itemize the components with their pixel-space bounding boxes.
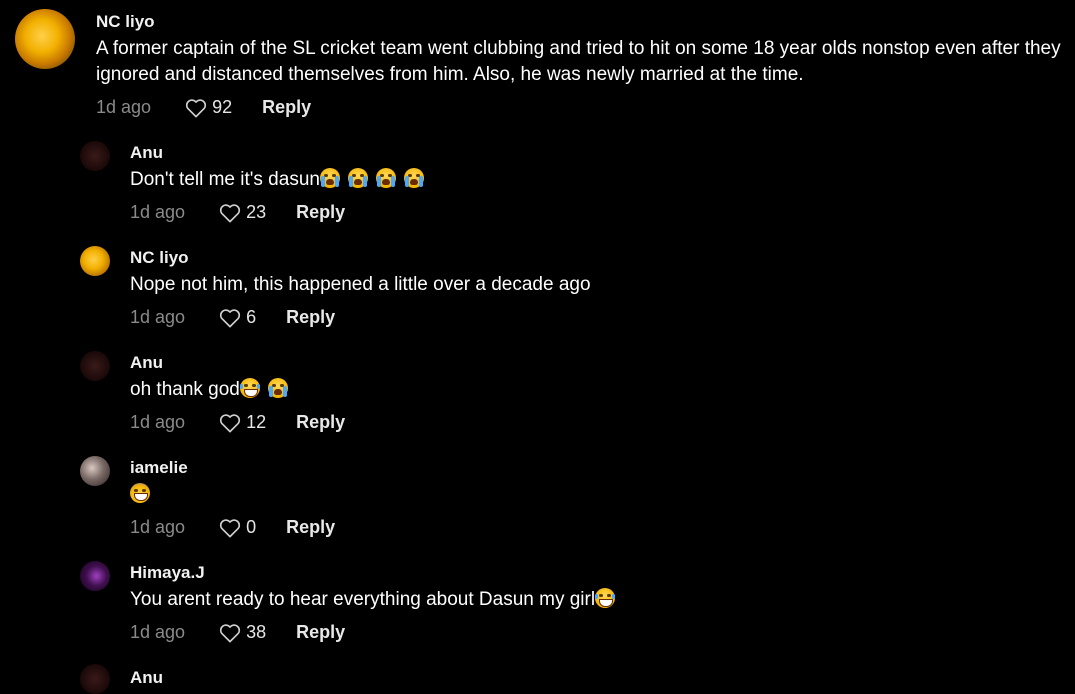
avatar-purple[interactable] [80,561,110,591]
comment-username[interactable]: iamelie [130,458,188,478]
comment-time: 1d ago [130,517,186,537]
comment-meta: 1d ago 12 Reply [130,412,345,433]
heart-outline-icon [219,623,241,642]
avatar-dark[interactable] [80,664,110,694]
reply-button[interactable]: Reply [286,307,335,328]
loudly-crying-face-icon [375,168,396,188]
heart-outline-icon [219,308,241,327]
comment-text [130,482,1030,508]
tears-of-joy-face-icon [595,588,616,608]
like-button[interactable]: 92 [185,97,232,118]
comment-text: Nope not him, this happened a little ove… [130,274,591,295]
loudly-crying-face-icon [403,168,424,188]
like-count: 0 [246,517,257,537]
loudly-crying-face-icon [319,168,340,188]
reply-button[interactable]: Reply [296,202,345,223]
comment-time: 1d ago [130,412,186,432]
comment-text: Don't tell me it's dasun [130,167,1030,193]
heart-outline-icon [219,203,241,222]
comment-text-body: You arent ready to hear everything about… [130,589,596,610]
like-button[interactable]: 12 [219,412,266,433]
comment-text: oh thank god [130,377,1030,403]
comment-meta: 1d ago 23 Reply [130,202,345,223]
comment-username[interactable]: Himaya.J [130,563,205,583]
comment-text: You arent ready to hear everything about… [130,587,1030,613]
grinning-sweat-face-icon [130,483,150,503]
comment-time: 1d ago [96,97,152,117]
comment-time: 1d ago [130,202,186,222]
like-button[interactable]: 6 [219,307,256,328]
comment-meta: 1d ago 6 Reply [130,307,335,328]
comment-meta: 1d ago 92 Reply [96,97,311,118]
like-count: 12 [246,412,267,432]
comment-meta: 1d ago 38 Reply [130,622,345,643]
tears-of-joy-face-icon [239,378,260,398]
avatar-dark[interactable] [80,141,110,171]
like-button[interactable]: 0 [219,517,256,538]
like-count: 38 [246,622,267,642]
comment-text: A former captain of the SL cricket team … [96,38,1061,85]
reply-button[interactable]: Reply [262,97,311,118]
comment-time: 1d ago [130,622,186,642]
comment-meta: 1d ago 0 Reply [130,517,335,538]
avatar-rose[interactable] [80,246,110,276]
comment-username[interactable]: NC liyo [96,12,155,32]
reply-button[interactable]: Reply [296,412,345,433]
like-button[interactable]: 23 [219,202,266,223]
comment-time: 1d ago [130,307,186,327]
like-count: 6 [246,307,257,327]
like-button[interactable]: 38 [219,622,266,643]
avatar-dark[interactable] [80,351,110,381]
avatar-rose[interactable] [15,9,75,69]
comment-username[interactable]: NC liyo [130,248,189,268]
avatar-photo[interactable] [80,456,110,486]
like-count: 92 [212,97,233,117]
like-count: 23 [246,202,267,222]
heart-outline-icon [219,518,241,537]
heart-outline-icon [185,98,207,117]
comment-username[interactable]: Anu [130,353,163,373]
reply-button[interactable]: Reply [286,517,335,538]
loudly-crying-face-icon [347,168,368,188]
comment-username[interactable]: Anu [130,668,163,688]
reply-button[interactable]: Reply [296,622,345,643]
comment-text-body: Don't tell me it's dasun [130,169,320,190]
comment-username[interactable]: Anu [130,143,163,163]
heart-outline-icon [219,413,241,432]
loudly-crying-face-icon [267,378,288,398]
comment-text-body: oh thank god [130,379,240,400]
